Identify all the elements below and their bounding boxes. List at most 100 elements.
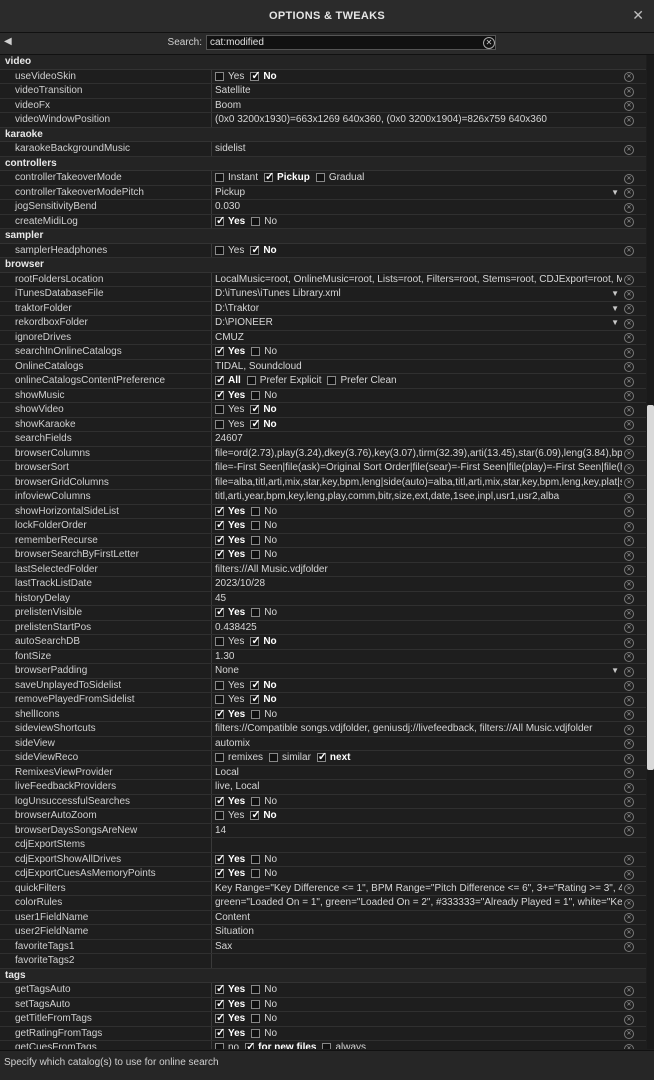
option-choice[interactable]: Yes	[215, 809, 244, 824]
checked-checkbox-icon[interactable]	[215, 998, 225, 1011]
checkbox-icon[interactable]	[215, 1043, 224, 1049]
checkbox-icon[interactable]	[327, 376, 337, 385]
option-value-field[interactable]: filters://Compatible songs.vdjfolder, ge…	[215, 722, 622, 737]
option-choice[interactable]: All	[215, 374, 241, 389]
option-value-field[interactable]: 45	[215, 592, 622, 607]
option-value-field[interactable]: CMUZ	[215, 331, 622, 346]
option-choice[interactable]: No	[250, 679, 277, 694]
option-choices[interactable]: Yes No	[215, 418, 622, 433]
checkbox-icon[interactable]	[251, 390, 261, 400]
option-value-field[interactable]: TIDAL, Soundcloud	[215, 360, 622, 375]
option-choice[interactable]: No	[251, 867, 277, 882]
reset-icon[interactable]: ✕	[624, 521, 634, 532]
option-choices[interactable]: Yes No	[215, 606, 622, 621]
reset-icon[interactable]: ✕	[624, 637, 634, 648]
checked-checkbox-icon[interactable]	[215, 983, 225, 997]
checked-checkbox-icon[interactable]	[250, 693, 261, 707]
option-value-field[interactable]: D:\Traktor	[215, 302, 622, 317]
option-choices[interactable]: Yes No	[215, 983, 622, 998]
checked-checkbox-icon[interactable]	[215, 519, 225, 533]
reset-icon[interactable]: ✕	[624, 391, 634, 401]
reset-icon[interactable]: ✕	[624, 72, 634, 82]
checkbox-icon[interactable]	[251, 506, 261, 516]
option-choice[interactable]: Yes	[215, 418, 244, 433]
option-value-field[interactable]: titl,arti,year,bpm,key,leng,play,comm,bi…	[215, 490, 622, 505]
checked-checkbox-icon[interactable]	[250, 403, 261, 417]
checked-checkbox-icon[interactable]	[215, 534, 225, 547]
option-choice[interactable]: Yes	[215, 548, 245, 563]
option-value-field[interactable]: 14	[215, 824, 622, 839]
checkbox-icon[interactable]	[251, 985, 261, 994]
reset-icon[interactable]: ✕	[624, 492, 634, 503]
chevron-down-icon[interactable]: ▼	[611, 302, 619, 317]
option-choices[interactable]: Yes No	[215, 519, 622, 534]
option-choice[interactable]: Yes	[215, 606, 245, 621]
checked-checkbox-icon[interactable]	[264, 171, 274, 185]
option-choice[interactable]: similar	[269, 751, 311, 766]
checkbox-icon[interactable]	[251, 1014, 261, 1023]
option-choice[interactable]: No	[251, 998, 277, 1013]
checkbox-icon[interactable]	[215, 245, 224, 255]
checkbox-icon[interactable]	[215, 405, 224, 414]
checked-checkbox-icon[interactable]	[215, 708, 225, 721]
reset-icon[interactable]: ✕	[624, 463, 634, 474]
option-choice[interactable]: Yes	[215, 389, 245, 404]
checked-checkbox-icon[interactable]	[316, 751, 327, 765]
checked-checkbox-icon[interactable]	[250, 70, 261, 83]
reset-icon[interactable]: ✕	[624, 434, 634, 445]
reset-icon[interactable]: ✕	[624, 681, 634, 691]
checkbox-icon[interactable]	[215, 419, 224, 429]
reset-icon[interactable]: ✕	[624, 652, 634, 662]
option-choice[interactable]: No	[250, 635, 277, 650]
reset-icon[interactable]: ✕	[624, 942, 634, 952]
reset-icon[interactable]: ✕	[624, 449, 634, 459]
option-choice[interactable]: No	[251, 795, 277, 810]
option-value-field[interactable]: Pickup	[215, 186, 622, 201]
reset-icon[interactable]: ✕	[624, 405, 634, 416]
checkbox-icon[interactable]	[215, 173, 224, 182]
option-choices[interactable]: Yes No	[215, 1027, 622, 1042]
option-value-field[interactable]: filters://All Music.vdjfolder	[215, 563, 622, 578]
reset-icon[interactable]: ✕	[624, 695, 634, 706]
option-value-field[interactable]: 2023/10/28	[215, 577, 622, 592]
checked-checkbox-icon[interactable]	[215, 795, 225, 808]
option-choices[interactable]: Yes No	[215, 795, 622, 810]
reset-icon[interactable]: ✕	[624, 318, 634, 329]
option-choices[interactable]: Yes No	[215, 867, 622, 882]
checked-checkbox-icon[interactable]	[215, 215, 225, 228]
option-choice[interactable]: No	[251, 983, 277, 998]
option-value-field[interactable]: Satellite	[215, 84, 622, 99]
reset-icon[interactable]: ✕	[624, 173, 634, 184]
chevron-down-icon[interactable]: ▼	[611, 664, 619, 679]
reset-icon[interactable]: ✕	[624, 246, 634, 256]
option-choice[interactable]: Yes	[215, 708, 245, 723]
option-choice[interactable]: No	[251, 519, 277, 534]
checkbox-icon[interactable]	[215, 753, 224, 762]
option-choice[interactable]: No	[251, 534, 277, 549]
option-value-field[interactable]: LocalMusic=root, OnlineMusic=root, Lists…	[215, 273, 622, 288]
reset-icon[interactable]: ✕	[624, 362, 634, 372]
checkbox-icon[interactable]	[269, 753, 279, 762]
option-choice[interactable]: Yes	[215, 70, 244, 85]
option-choices[interactable]: Yes No	[215, 215, 622, 230]
option-choices[interactable]: Yes No	[215, 70, 622, 85]
option-choices[interactable]: Yes No	[215, 853, 622, 868]
reset-icon[interactable]: ✕	[624, 478, 634, 488]
option-value-field[interactable]: Local	[215, 766, 622, 781]
reset-icon[interactable]: ✕	[624, 1000, 634, 1010]
option-choices[interactable]: Yes No	[215, 345, 622, 360]
option-choice[interactable]: Prefer Explicit	[246, 374, 321, 389]
option-choices[interactable]: remixes similar next	[215, 751, 622, 766]
checkbox-icon[interactable]	[215, 637, 224, 646]
reset-icon[interactable]: ✕	[624, 304, 634, 314]
option-choice[interactable]: no	[215, 1041, 239, 1049]
option-choices[interactable]: Yes No	[215, 403, 622, 418]
checkbox-icon[interactable]	[251, 1028, 261, 1038]
option-choices[interactable]: Instant Pickup Gradual	[215, 171, 622, 186]
reset-icon[interactable]: ✕	[624, 1014, 634, 1025]
option-choice[interactable]: No	[251, 389, 277, 404]
option-choices[interactable]: Yes No	[215, 1012, 622, 1027]
option-choices[interactable]: Yes No	[215, 679, 622, 694]
checked-checkbox-icon[interactable]	[250, 635, 261, 649]
option-value-field[interactable]: 0.030	[215, 200, 622, 215]
